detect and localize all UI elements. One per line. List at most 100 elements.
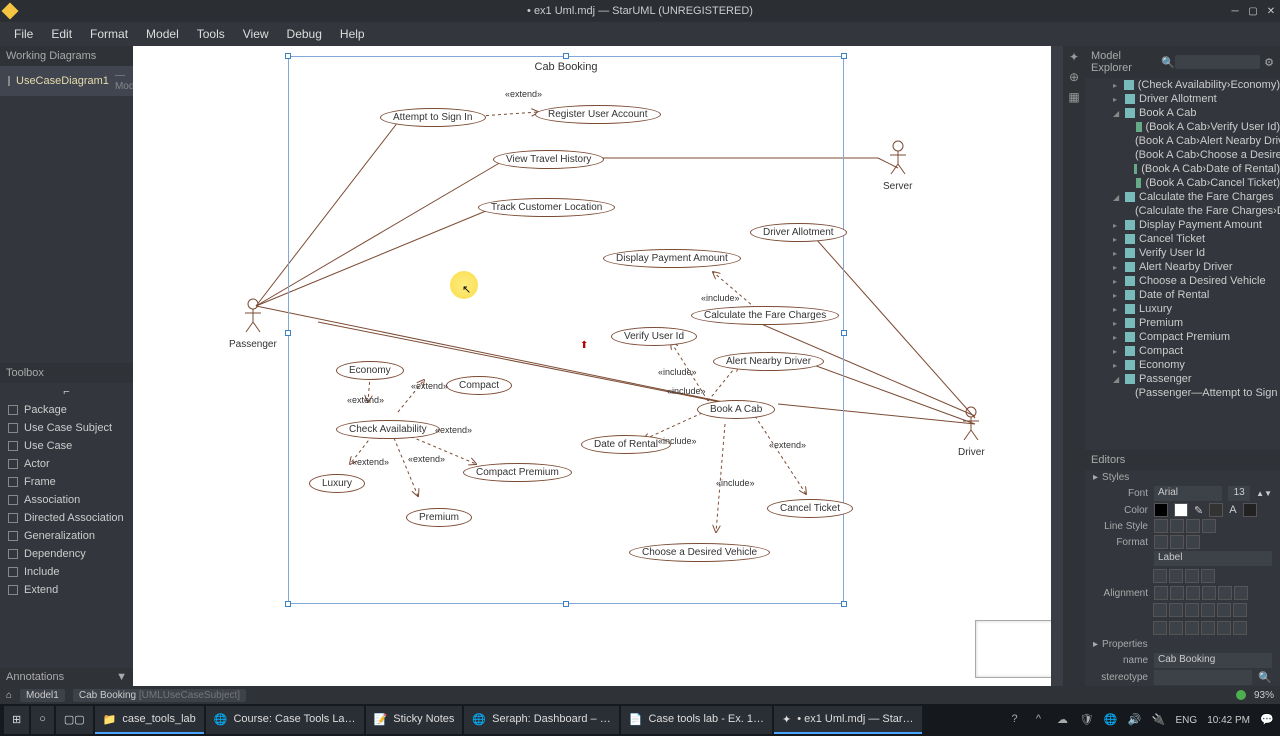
usecase-register[interactable]: Register User Account	[535, 105, 661, 124]
toolbox-select[interactable]: ⌐	[0, 383, 133, 401]
color-bg[interactable]	[1174, 503, 1188, 517]
grid-icon[interactable]: ▦	[1066, 90, 1082, 106]
taskbar-item[interactable]: 📄Case tools lab - Ex. 1…	[621, 706, 772, 734]
toolbox-association[interactable]: Association	[0, 491, 133, 509]
tray-network-icon[interactable]: 🌐	[1104, 713, 1118, 727]
working-diagram-item[interactable]: UseCaseDiagram1 — Model1	[0, 66, 133, 96]
tree-item[interactable]: (Book A Cab›Verify User Id)	[1085, 120, 1280, 134]
tree-item[interactable]: ▸Luxury	[1085, 302, 1280, 316]
color-fg[interactable]	[1154, 503, 1168, 517]
annotations-header[interactable]: Annotations▼	[0, 668, 133, 686]
model-tree[interactable]: ▸(Check Availability›Economy)▸Driver All…	[1085, 78, 1280, 450]
tray-defender-icon[interactable]: 🛡	[1080, 713, 1094, 727]
tree-item[interactable]: (Book A Cab›Cancel Ticket)	[1085, 176, 1280, 190]
font-size[interactable]: 13	[1228, 486, 1250, 501]
tree-item[interactable]: (Passenger—Attempt to Sign In)	[1085, 386, 1280, 400]
tray-battery-icon[interactable]: 🔌	[1152, 713, 1166, 727]
label-mode[interactable]: Label	[1154, 551, 1272, 566]
target-icon[interactable]: ⊕	[1066, 70, 1082, 86]
tree-item[interactable]: ▸Compact	[1085, 344, 1280, 358]
usecase-cancel[interactable]: Cancel Ticket	[767, 499, 853, 518]
usecase-view[interactable]: View Travel History	[493, 150, 604, 169]
tree-item[interactable]: ◢Passenger	[1085, 372, 1280, 386]
usecase-track[interactable]: Track Customer Location	[478, 198, 615, 217]
tree-item[interactable]: ▸Display Payment Amount	[1085, 218, 1280, 232]
usecase-economy[interactable]: Economy	[336, 361, 404, 380]
color-line[interactable]	[1209, 503, 1223, 517]
pencil-icon[interactable]: ✎	[1194, 504, 1203, 517]
toolbox-include[interactable]: Include	[0, 563, 133, 581]
menu-view[interactable]: View	[235, 24, 277, 44]
usecase-choose[interactable]: Choose a Desired Vehicle	[629, 543, 770, 562]
tree-item[interactable]: ▸Verify User Id	[1085, 246, 1280, 260]
tray-volume-icon[interactable]: 🔊	[1128, 713, 1142, 727]
menu-format[interactable]: Format	[82, 24, 136, 44]
maximize-button[interactable]: ▢	[1244, 2, 1262, 20]
tree-item[interactable]: ◢Calculate the Fare Charges	[1085, 190, 1280, 204]
toolbox-frame[interactable]: Frame	[0, 473, 133, 491]
breadcrumb-model[interactable]: Model1	[20, 689, 65, 702]
taskbar-item[interactable]: 📝Sticky Notes	[366, 706, 463, 734]
usecase-check[interactable]: Check Availability	[336, 420, 440, 439]
toolbox-use-case-subject[interactable]: Use Case Subject	[0, 419, 133, 437]
tree-item[interactable]: (Book A Cab›Date of Rental)	[1085, 162, 1280, 176]
settings-icon[interactable]: ⚙	[1264, 56, 1274, 69]
actor-server[interactable]: Server	[883, 140, 912, 192]
actor-driver[interactable]: Driver	[958, 406, 985, 458]
tree-item[interactable]: ▸Premium	[1085, 316, 1280, 330]
toolbox-package[interactable]: Package	[0, 401, 133, 419]
tray-chevron-icon[interactable]: ^	[1032, 713, 1046, 727]
actor-passenger[interactable]: Passenger	[229, 298, 277, 350]
tree-item[interactable]: ▸Date of Rental	[1085, 288, 1280, 302]
toolbox-dependency[interactable]: Dependency	[0, 545, 133, 563]
search-icon[interactable]: 🔍	[1161, 56, 1175, 69]
tree-item[interactable]: ▸(Check Availability›Economy)	[1085, 78, 1280, 92]
diagram-subject[interactable]: Cab Booking	[288, 56, 844, 604]
usecase-allotment[interactable]: Driver Allotment	[750, 223, 847, 242]
menu-file[interactable]: File	[6, 24, 41, 44]
tree-item[interactable]: ▸Cancel Ticket	[1085, 232, 1280, 246]
tree-item[interactable]: (Book A Cab›Choose a Desired Vehicle)	[1085, 148, 1280, 162]
tray-help-icon[interactable]: ?	[1008, 713, 1022, 727]
extension-icon[interactable]: ✦	[1066, 50, 1082, 66]
toolbox-generalization[interactable]: Generalization	[0, 527, 133, 545]
usecase-luxury[interactable]: Luxury	[309, 474, 365, 493]
status-home-icon[interactable]: ⌂	[6, 690, 12, 701]
usecase-premium[interactable]: Premium	[406, 508, 472, 527]
tree-item[interactable]: ▸Alert Nearby Driver	[1085, 260, 1280, 274]
menu-tools[interactable]: Tools	[189, 24, 233, 44]
menu-help[interactable]: Help	[332, 24, 373, 44]
tray-notifications-icon[interactable]: 💬	[1260, 713, 1274, 727]
menu-debug[interactable]: Debug	[279, 24, 330, 44]
menu-edit[interactable]: Edit	[43, 24, 80, 44]
toolbox-actor[interactable]: Actor	[0, 455, 133, 473]
tree-item[interactable]: ▸Compact Premium	[1085, 330, 1280, 344]
toolbox-directed-association[interactable]: Directed Association	[0, 509, 133, 527]
color-text[interactable]	[1243, 503, 1257, 517]
usecase-display[interactable]: Display Payment Amount	[603, 249, 741, 268]
prop-name[interactable]: Cab Booking	[1154, 653, 1272, 668]
tray-lang[interactable]: ENG	[1176, 715, 1198, 726]
usecase-alert[interactable]: Alert Nearby Driver	[713, 352, 824, 371]
start-button[interactable]: ⊞	[4, 706, 29, 734]
usecase-attempt[interactable]: Attempt to Sign In	[380, 108, 486, 127]
taskbar-item[interactable]: 📁case_tools_lab	[95, 706, 204, 734]
tree-item[interactable]: (Book A Cab›Alert Nearby Driver)	[1085, 134, 1280, 148]
canvas[interactable]: Cab Booking Attempt to Sign In Register …	[133, 46, 1063, 686]
breadcrumb-element[interactable]: Cab Booking [UMLUseCaseSubject]	[73, 689, 246, 702]
search-button[interactable]: ○	[31, 706, 54, 734]
minimap[interactable]	[975, 620, 1055, 678]
toolbox-use-case[interactable]: Use Case	[0, 437, 133, 455]
tree-item[interactable]: ▸Choose a Desired Vehicle	[1085, 274, 1280, 288]
tree-item[interactable]: ▸Economy	[1085, 358, 1280, 372]
font-select[interactable]: Arial	[1154, 486, 1222, 501]
properties-section[interactable]: ▸ Properties	[1085, 637, 1280, 652]
usecase-compact[interactable]: Compact	[446, 376, 512, 395]
search-input[interactable]	[1175, 55, 1260, 69]
taskview-button[interactable]: ▢▢	[56, 706, 93, 734]
taskbar-item[interactable]: 🌐Seraph: Dashboard – …	[464, 706, 618, 734]
usecase-calculate[interactable]: Calculate the Fare Charges	[691, 306, 839, 325]
tray-onedrive-icon[interactable]: ☁	[1056, 713, 1070, 727]
close-button[interactable]: ✕	[1262, 2, 1280, 20]
tree-item[interactable]: ◢Book A Cab	[1085, 106, 1280, 120]
